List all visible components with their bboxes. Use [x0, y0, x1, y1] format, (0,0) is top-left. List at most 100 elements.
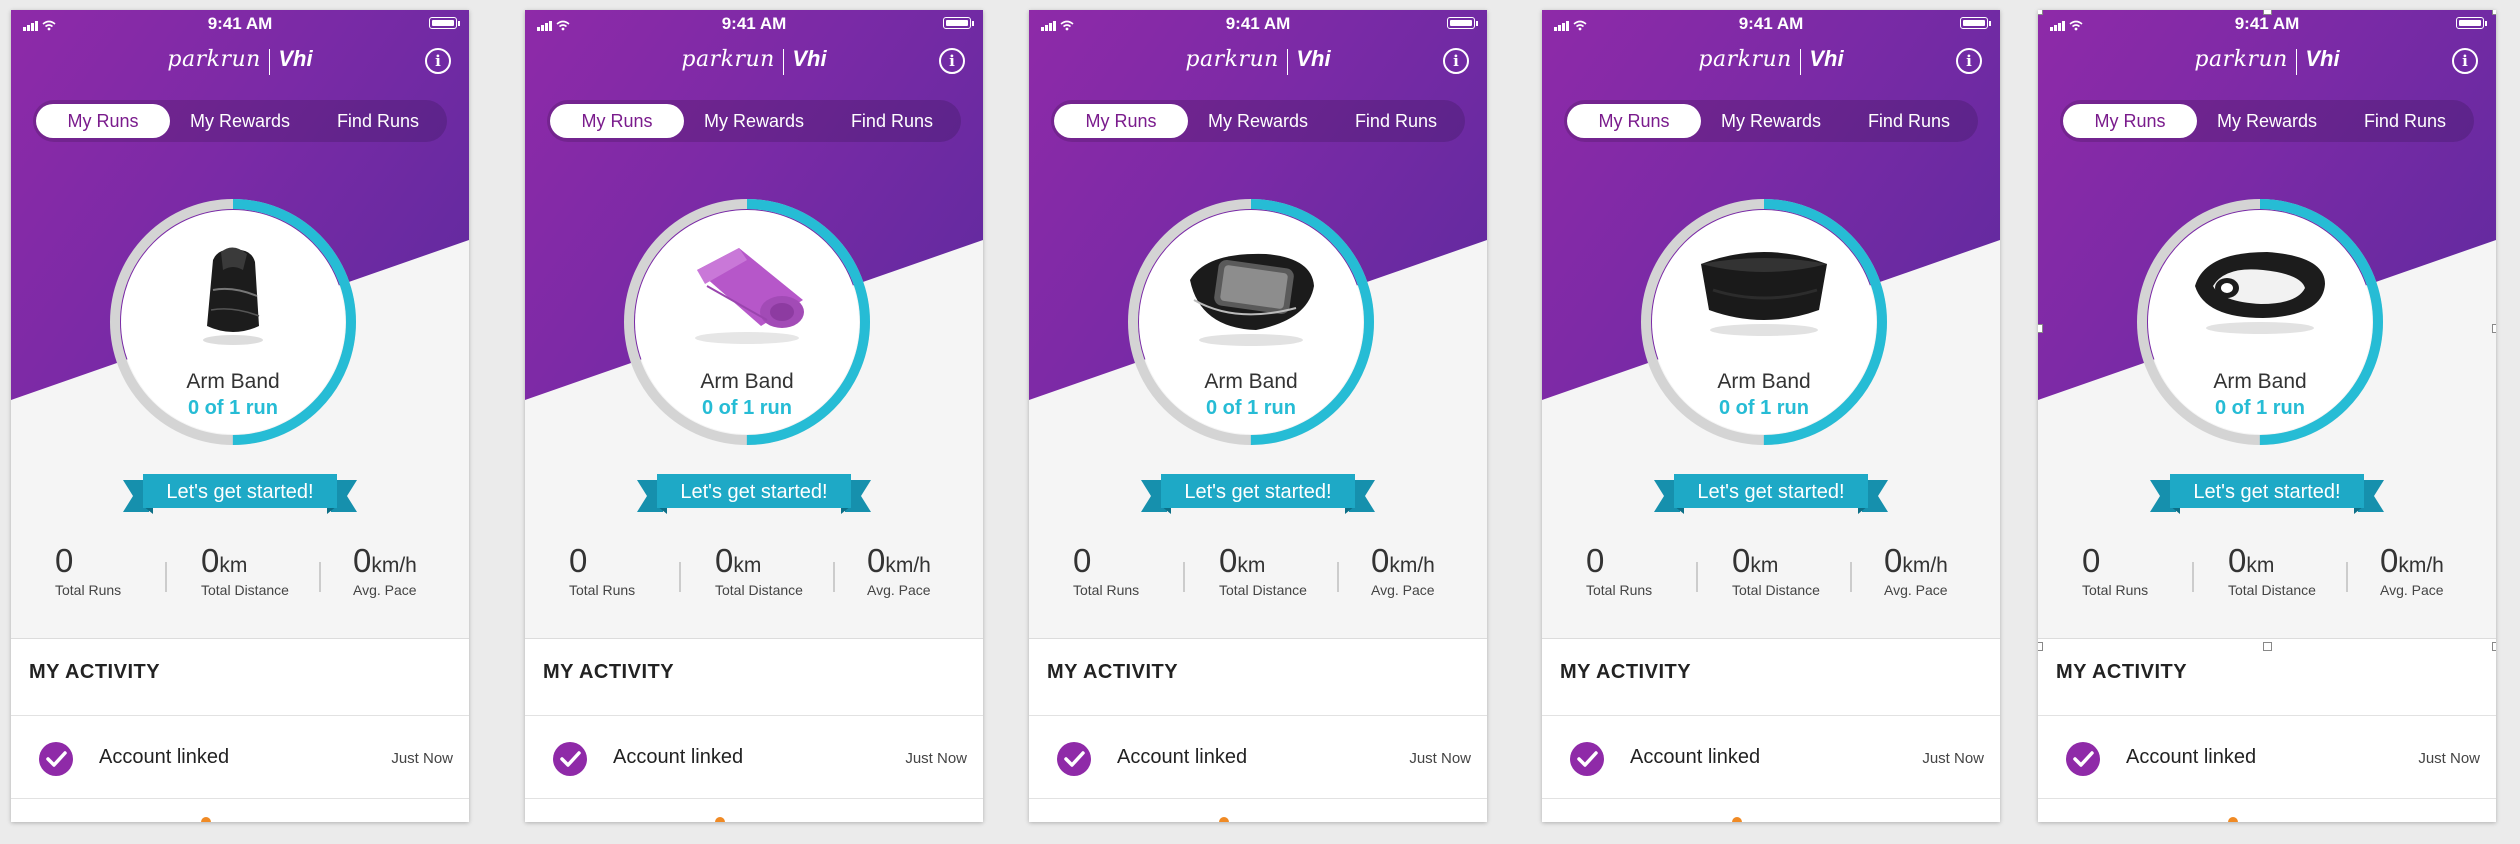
activity-label: Account linked	[613, 746, 744, 768]
tab-find-runs[interactable]: Find Runs	[2336, 100, 2474, 142]
tab-my-runs[interactable]: My Runs	[550, 104, 684, 138]
tab-my-rewards[interactable]: My Rewards	[2198, 100, 2336, 142]
activity-title: MY ACTIVITY	[2056, 661, 2188, 683]
selection-handle[interactable]	[2038, 642, 2043, 651]
activity-item[interactable]: Account linked Just Now	[1029, 716, 1487, 796]
stat-avg-pace: 0km/h Avg. Pace	[1884, 542, 1948, 598]
reward-circle[interactable]: Arm Band 0 of 1 run	[635, 210, 859, 434]
logo-parkrun: parkrun	[681, 47, 775, 72]
stat-unit: km/h	[885, 554, 931, 577]
status-bar: 9:41 AM	[525, 10, 983, 36]
battery-icon	[943, 17, 971, 29]
banner-text: Let's get started!	[166, 481, 314, 503]
stat-label: Total Runs	[569, 582, 636, 598]
next-item-indicator	[2228, 817, 2238, 822]
reward-circle[interactable]: Arm Band 0 of 1 run	[2148, 210, 2372, 434]
status-time: 9:41 AM	[207, 14, 273, 33]
activity-title: MY ACTIVITY	[1047, 661, 1179, 683]
activity-label: Account linked	[99, 746, 230, 768]
battery-tip	[1989, 21, 1991, 26]
stat-total-distance: 0km Total Distance	[1219, 542, 1307, 598]
stat-divider	[1696, 562, 1698, 592]
stat-total-distance: 0km Total Distance	[201, 542, 289, 598]
tab-my-rewards[interactable]: My Rewards	[1702, 100, 1840, 142]
selection-handle[interactable]	[2038, 10, 2043, 15]
selection-handle[interactable]	[2263, 642, 2272, 651]
battery-icon	[1960, 17, 1988, 29]
segmented-tabs: My Runs My Rewards Find Runs	[33, 100, 447, 142]
stat-label: Total Distance	[1732, 582, 1820, 598]
logo-divider	[1799, 48, 1802, 75]
activity-title: MY ACTIVITY	[29, 661, 161, 683]
tab-my-runs[interactable]: My Runs	[1054, 104, 1188, 138]
stat-divider	[165, 562, 167, 592]
reward-product-image	[2148, 230, 2372, 345]
activity-item[interactable]: Account linked Just Now	[525, 716, 983, 796]
logo-vhi: Vhi	[278, 46, 313, 71]
tab-find-runs[interactable]: Find Runs	[1327, 100, 1465, 142]
status-time: 9:41 AM	[721, 14, 787, 33]
tab-my-runs[interactable]: My Runs	[2063, 104, 2197, 138]
tab-find-runs[interactable]: Find Runs	[1840, 100, 1978, 142]
activity-item[interactable]: Account linked Just Now	[11, 716, 469, 796]
logo-parkrun: parkrun	[2194, 47, 2288, 72]
reward-product-image	[635, 230, 859, 355]
stat-divider	[679, 562, 681, 592]
stat-total-runs: 0 Total Runs	[1586, 542, 1652, 598]
reward-product-image	[1139, 230, 1363, 355]
stat-value: 0	[1884, 542, 1903, 579]
tab-my-rewards[interactable]: My Rewards	[685, 100, 823, 142]
stat-value: 0	[1586, 542, 1605, 579]
phone-screen: 9:41 AM parkrun Vhi i My Runs My Rewards Find …	[1542, 10, 2000, 822]
tab-my-rewards[interactable]: My Rewards	[171, 100, 309, 142]
stat-divider	[2346, 562, 2348, 592]
activity-item[interactable]: Account linked Just Now	[2038, 716, 2496, 796]
info-icon[interactable]: i	[2452, 48, 2478, 74]
check-icon	[1057, 742, 1091, 776]
stat-value: 0	[715, 542, 734, 579]
logo-divider	[268, 48, 271, 75]
stat-value: 0	[201, 542, 220, 579]
stat-value: 0	[1371, 542, 1390, 579]
selection-handle[interactable]	[2492, 10, 2496, 15]
reward-circle[interactable]: Arm Band 0 of 1 run	[121, 210, 345, 434]
status-bar: 9:41 AM	[11, 10, 469, 36]
brand-logo: parkrun Vhi	[1542, 46, 2000, 80]
stat-value: 0	[569, 542, 588, 579]
info-icon[interactable]: i	[939, 48, 965, 74]
info-icon[interactable]: i	[1443, 48, 1469, 74]
info-icon[interactable]: i	[425, 48, 451, 74]
phone-screen: 9:41 AM parkrun Vhi i My Runs My Rewards Find …	[2038, 10, 2496, 822]
reward-circle[interactable]: Arm Band 0 of 1 run	[1139, 210, 1363, 434]
stat-label: Avg. Pace	[2380, 582, 2444, 598]
tab-my-runs[interactable]: My Runs	[1567, 104, 1701, 138]
segmented-tabs: My Runs My Rewards Find Runs	[547, 100, 961, 142]
activity-item[interactable]: Account linked Just Now	[1542, 716, 2000, 796]
tab-my-runs[interactable]: My Runs	[36, 104, 170, 138]
banner-text: Let's get started!	[1697, 481, 1845, 503]
stat-value: 0	[867, 542, 886, 579]
reward-product-image	[121, 230, 345, 355]
stat-value: 0	[353, 542, 372, 579]
stat-unit: km	[1237, 554, 1266, 577]
selection-handle[interactable]	[2492, 642, 2496, 651]
reward-circle[interactable]: Arm Band 0 of 1 run	[1652, 210, 1876, 434]
stat-total-distance: 0km Total Distance	[715, 542, 803, 598]
tab-my-rewards[interactable]: My Rewards	[1189, 100, 1327, 142]
tab-find-runs[interactable]: Find Runs	[823, 100, 961, 142]
battery-tip	[2485, 21, 2487, 26]
stat-label: Avg. Pace	[1884, 582, 1948, 598]
reward-name: Arm Band	[700, 370, 794, 393]
reward-progress: 0 of 1 run	[187, 397, 278, 419]
selection-handle[interactable]	[2263, 10, 2272, 15]
selection-handle[interactable]	[2038, 324, 2043, 333]
battery-tip	[1476, 21, 1478, 26]
segmented-tabs: My Runs My Rewards Find Runs	[2060, 100, 2474, 142]
reward-product-image	[1652, 230, 1876, 345]
selection-handle[interactable]	[2492, 324, 2496, 333]
stat-label: Total Distance	[201, 582, 289, 598]
tab-find-runs[interactable]: Find Runs	[309, 100, 447, 142]
battery-icon	[1447, 17, 1475, 29]
info-icon[interactable]: i	[1956, 48, 1982, 74]
stat-value: 0	[1732, 542, 1751, 579]
